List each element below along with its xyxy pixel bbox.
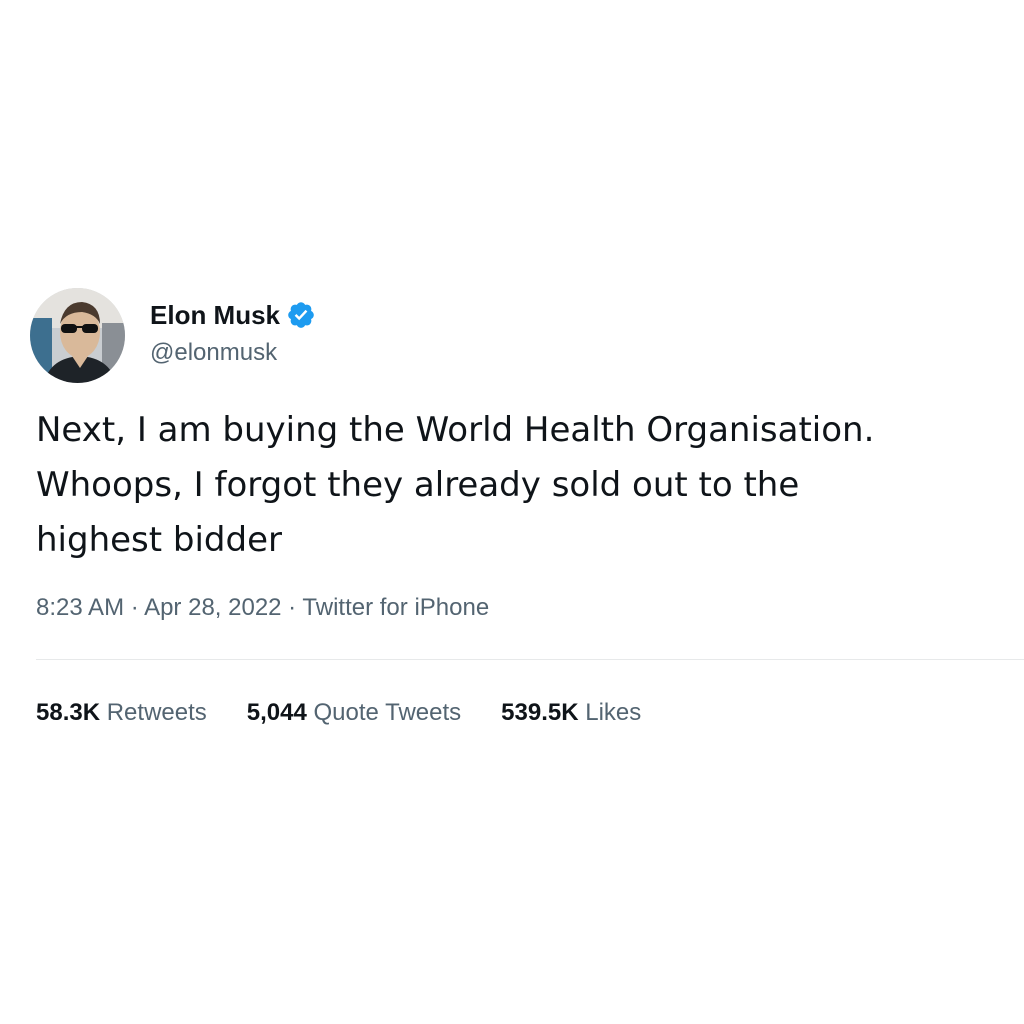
tweet-text-line: Whoops, I forgot they already sold out t…: [36, 465, 800, 505]
tweet-stats: 58.3K Retweets 5,044 Quote Tweets 539.5K…: [36, 697, 681, 729]
author-name[interactable]: Elon Musk: [150, 298, 316, 332]
likes-label: Likes: [585, 699, 642, 726]
meta-separator: ·: [124, 594, 145, 621]
author-handle[interactable]: @elonmusk: [150, 338, 277, 368]
author-display-name: Elon Musk: [150, 300, 281, 330]
tweet-time[interactable]: 8:23 AM: [36, 594, 124, 621]
tweet-text: Next, I am buying the World Health Organ…: [36, 403, 1021, 568]
verified-badge-icon: [286, 300, 316, 330]
tweet-date[interactable]: Apr 28, 2022: [144, 594, 281, 621]
divider: [36, 659, 1024, 660]
tweet-text-line: highest bidder: [36, 520, 282, 560]
retweets-count: 58.3K: [36, 699, 101, 726]
avatar[interactable]: [30, 288, 125, 383]
meta-separator: ·: [281, 594, 303, 621]
tweet-text-line: Next, I am buying the World Health Organ…: [36, 410, 875, 450]
tweet-card: Elon Musk @elonmusk Next, I am buying th…: [0, 0, 1024, 1024]
quote-tweets-count: 5,044: [246, 699, 307, 726]
avatar-image: [30, 288, 125, 383]
likes-count: 539.5K: [501, 699, 579, 726]
retweets-label: Retweets: [106, 699, 207, 726]
likes-stat[interactable]: 539.5K Likes: [501, 697, 641, 729]
quote-tweets-stat[interactable]: 5,044 Quote Tweets: [247, 697, 461, 729]
retweets-stat[interactable]: 58.3K Retweets: [36, 697, 207, 729]
tweet-source[interactable]: Twitter for iPhone: [302, 594, 489, 621]
quote-tweets-label: Quote Tweets: [313, 699, 462, 726]
tweet-metadata: 8:23 AM · Apr 28, 2022 · Twitter for iPh…: [36, 592, 489, 624]
